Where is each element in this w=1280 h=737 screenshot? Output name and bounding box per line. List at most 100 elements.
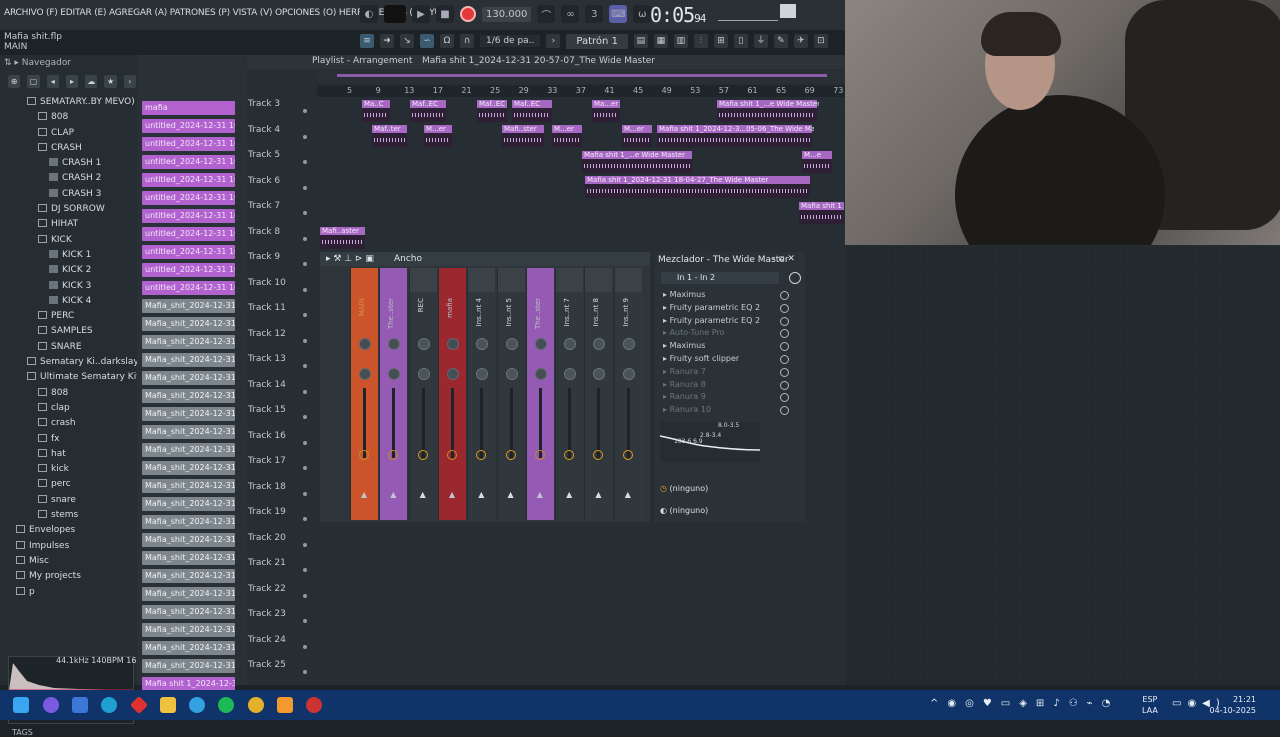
browser-item[interactable]: crash xyxy=(0,416,137,431)
route-arrow-icon[interactable]: ▲ xyxy=(537,490,543,499)
track-mute-dot[interactable] xyxy=(303,236,307,241)
mixer-strip[interactable]: The..ster ▲ xyxy=(379,268,408,520)
route-arrow-icon[interactable]: ▲ xyxy=(420,490,426,499)
volume-fader[interactable] xyxy=(421,388,425,458)
pan-knob[interactable] xyxy=(359,338,371,350)
browser-item[interactable]: KICK 3 xyxy=(0,279,137,294)
app-red-icon[interactable] xyxy=(129,695,149,715)
browser-item[interactable]: kick xyxy=(0,462,137,477)
channel-button[interactable]: Mafia_shit_2024-12-31 1... xyxy=(142,605,235,619)
track-mute-dot[interactable] xyxy=(303,364,307,368)
strip-color-header[interactable] xyxy=(351,268,378,292)
track-mute-dot[interactable] xyxy=(303,415,307,419)
pan-knob[interactable] xyxy=(388,368,401,380)
audio-clip[interactable]: Mafi..ster xyxy=(502,125,544,147)
effect-slot[interactable]: ▸ Maximus xyxy=(663,289,803,301)
pan-knob[interactable] xyxy=(417,368,430,380)
track-header[interactable]: Track 4 xyxy=(247,125,317,149)
browser-item[interactable]: HIHAT xyxy=(0,217,137,232)
browser-item[interactable]: DJ SORROW xyxy=(0,202,137,217)
browser-item[interactable]: clap xyxy=(0,401,137,416)
browser-item[interactable]: Sematary Ki..darkslayrr] xyxy=(0,355,150,370)
route-arrow-icon[interactable]: ▲ xyxy=(361,490,367,499)
route-arrow-icon[interactable]: ▲ xyxy=(390,490,396,499)
effect-slot[interactable]: ▸ Ranura 10 xyxy=(663,404,803,416)
eq-graph[interactable]: 8.0-3.5 2.8-3.4 103.6 6.9 xyxy=(659,422,761,462)
track-mute-dot[interactable] xyxy=(303,542,307,547)
track-header[interactable]: Track 13 xyxy=(247,354,317,378)
mixer-icon[interactable]: ⫶ xyxy=(693,34,708,48)
volume-fader[interactable] xyxy=(538,388,542,458)
track-mute-dot[interactable] xyxy=(303,568,307,572)
tags-label[interactable]: TAGS xyxy=(12,728,33,737)
copilot-icon[interactable] xyxy=(43,697,59,713)
tempo-tap-icon[interactable]: Ω xyxy=(440,34,454,48)
slot-mix-knob[interactable] xyxy=(780,406,789,416)
send-knob[interactable] xyxy=(388,450,399,460)
send-knob[interactable] xyxy=(505,450,516,460)
track-header[interactable]: Track 25 xyxy=(247,660,317,684)
mixer-strip[interactable]: Ins..nt 7 ▲ xyxy=(555,268,584,520)
input-selector[interactable]: In 1 - In 2 xyxy=(661,272,779,284)
route-arrow-icon[interactable]: ▲ xyxy=(595,490,601,499)
pan-knob[interactable] xyxy=(622,368,635,380)
track-mute-dot[interactable] xyxy=(303,644,307,649)
track-header[interactable]: Track 6 xyxy=(247,176,317,200)
track-mute-dot[interactable] xyxy=(303,466,307,470)
channel-button[interactable]: Mafia_shit_2024-12-31 1... xyxy=(142,515,235,529)
browser-item[interactable]: CRASH 2 xyxy=(0,171,137,186)
audio-clip[interactable]: Ma...er xyxy=(592,100,620,122)
channel-button[interactable]: Mafia_shit_2024-12-31 1... xyxy=(142,497,235,511)
strip-color-header[interactable] xyxy=(497,268,525,292)
channel-button[interactable]: Mafia_shit_2024-12-31 1... xyxy=(142,335,235,349)
app-icon[interactable] xyxy=(306,697,322,713)
star-icon[interactable]: ★ xyxy=(104,75,117,88)
route-arrow-icon[interactable]: ▲ xyxy=(566,490,572,499)
pan-knob[interactable] xyxy=(359,368,371,380)
channel-button[interactable]: Mafia_shit_2024-12-31 1... xyxy=(142,389,235,403)
browser-item[interactable]: My projects xyxy=(0,569,137,584)
channel-button[interactable]: Mafia_shit_2024-12-31 1... xyxy=(142,623,235,637)
pan-knob[interactable] xyxy=(446,338,459,350)
channel-button[interactable]: Mafia_shit_2024-12-31 1... xyxy=(142,407,235,421)
browser-item[interactable]: Impulses xyxy=(0,539,137,554)
audio-clip[interactable]: Maf..EC xyxy=(410,100,446,122)
effect-slot[interactable]: ▸ Ranura 7 xyxy=(663,366,803,378)
channel-button[interactable]: untitled_2024-12-31 16-... xyxy=(142,209,235,223)
chrome-icon[interactable] xyxy=(248,697,264,713)
track-mute-dot[interactable] xyxy=(303,262,307,266)
strip-color-header[interactable] xyxy=(585,268,613,292)
browser-item[interactable]: snare xyxy=(0,493,137,508)
slot-mix-knob[interactable] xyxy=(780,355,789,364)
metronome-icon[interactable]: ◐ xyxy=(360,5,378,23)
browser-item[interactable]: KICK 4 xyxy=(0,294,137,309)
audio-clip[interactable]: M...er xyxy=(552,125,582,147)
pan-knob[interactable] xyxy=(505,368,518,380)
windows-start-icon[interactable] xyxy=(13,697,29,713)
mixer-width-label[interactable]: Ancho xyxy=(394,254,422,264)
track-header[interactable]: Track 15 xyxy=(247,405,317,429)
mixer-strip[interactable]: Ins..nt 5 ▲ xyxy=(496,268,525,520)
piano-roll-icon[interactable]: ▦ xyxy=(653,34,668,48)
channel-button[interactable]: untitled_2024-12-31 16-... xyxy=(142,245,235,259)
arrow-icon[interactable]: ➜ xyxy=(380,34,394,48)
blend-notes-icon[interactable]: ω xyxy=(633,5,652,23)
track-header[interactable]: Track 16 xyxy=(247,431,317,455)
browser-item[interactable]: hat xyxy=(0,447,137,462)
track-header[interactable]: Track 19 xyxy=(247,507,317,531)
channel-button[interactable]: untitled_2024-12-31 16-... xyxy=(142,227,235,241)
taskbar-clock[interactable]: 21:21 04-10-2025 xyxy=(1210,694,1257,716)
channel-button[interactable]: Mafia_shit_2024-12-31 1... xyxy=(142,371,235,385)
audio-clip[interactable]: M...e xyxy=(802,151,832,173)
audio-clip[interactable]: M...er xyxy=(424,125,452,147)
step-edit-icon[interactable]: 3 xyxy=(585,5,604,23)
track-mute-dot[interactable] xyxy=(303,338,307,343)
volume-fader[interactable] xyxy=(450,388,454,458)
browser-item[interactable]: stems xyxy=(0,508,137,523)
forward-icon[interactable]: ▸ xyxy=(65,75,79,88)
browser-icon[interactable]: ▯ xyxy=(733,34,748,48)
route-arrow-icon[interactable]: ▲ xyxy=(449,490,455,499)
record-icon[interactable] xyxy=(460,6,476,22)
browser-item[interactable]: CRASH xyxy=(0,141,137,156)
channel-button[interactable]: untitled_2024-12-31 16-... xyxy=(142,191,235,205)
